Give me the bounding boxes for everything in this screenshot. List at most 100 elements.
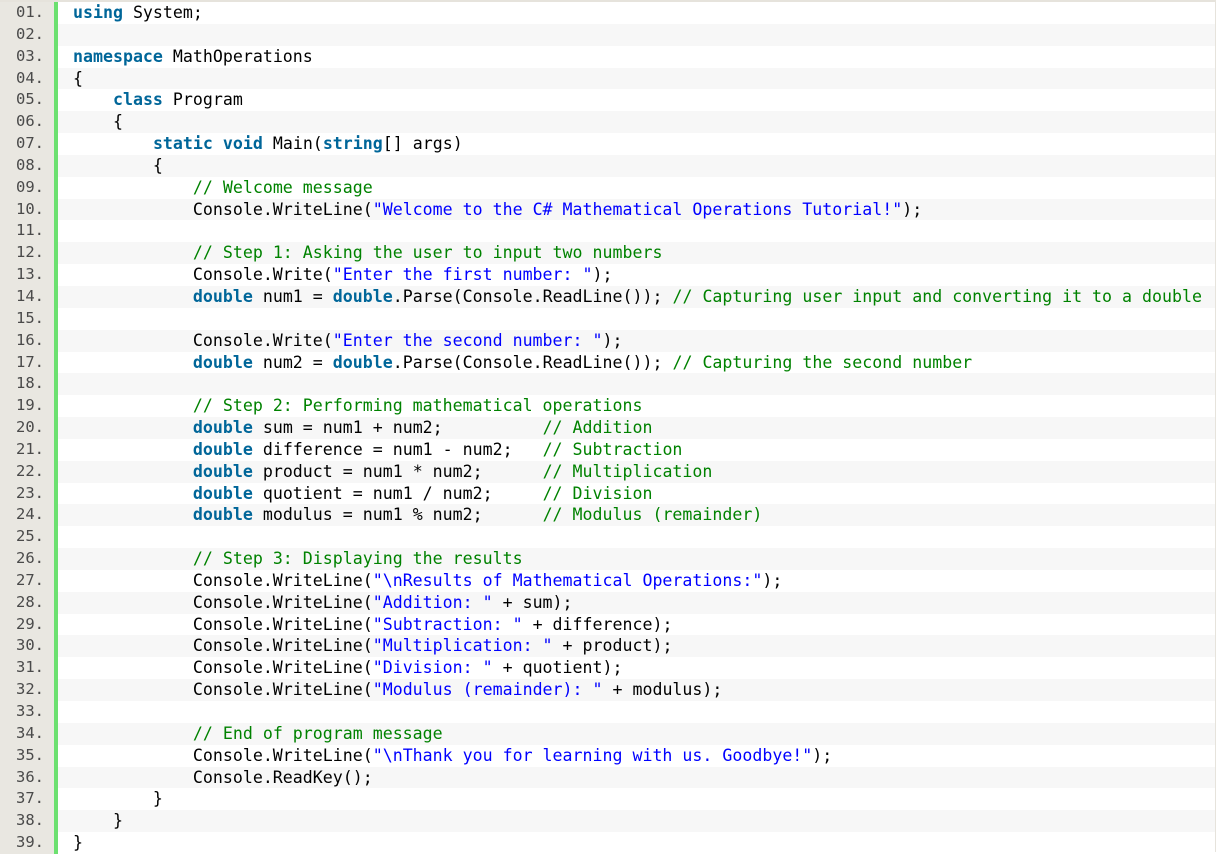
code-text[interactable]: // Step 1: Asking the user to input two … (58, 242, 1215, 265)
code-text[interactable]: } (58, 788, 1215, 811)
code-text[interactable]: Console.ReadKey(); (58, 766, 1215, 789)
code-line[interactable]: 31. Console.WriteLine("Division: " + quo… (0, 657, 1215, 680)
line-number: 09. (0, 176, 54, 199)
code-token: { (73, 155, 163, 175)
code-line[interactable]: 04. { (0, 67, 1215, 90)
code-token: Console.WriteLine( (73, 636, 373, 656)
code-text[interactable]: // Step 2: Performing mathematical opera… (58, 395, 1215, 418)
code-line[interactable]: 39.} (0, 832, 1215, 854)
code-line[interactable]: 14. double num1 = double.Parse(Console.R… (0, 285, 1215, 308)
code-text[interactable]: } (58, 810, 1215, 833)
code-token: MathOperations (162, 46, 313, 66)
keyword-token: using (73, 3, 123, 22)
code-text[interactable]: Console.WriteLine("Addition: " + sum); (58, 591, 1215, 614)
code-text[interactable] (58, 307, 1215, 330)
code-line[interactable]: 15. (0, 307, 1215, 330)
code-line[interactable]: 12. // Step 1: Asking the user to input … (0, 242, 1215, 265)
code-line[interactable]: 08. { (0, 154, 1215, 177)
code-text[interactable]: } (58, 832, 1215, 854)
code-text[interactable]: double num2 = double.Parse(Console.ReadL… (58, 351, 1215, 374)
code-line[interactable]: 28. Console.WriteLine("Addition: " + sum… (0, 591, 1215, 614)
code-text[interactable] (58, 23, 1215, 46)
code-text[interactable] (58, 220, 1215, 243)
code-text[interactable] (58, 526, 1215, 549)
line-number: 32. (0, 679, 54, 701)
code-line[interactable]: 16. Console.Write("Enter the second numb… (0, 329, 1215, 352)
keyword-token: double (192, 483, 253, 503)
code-text[interactable]: double difference = num1 - num2; // Subt… (58, 438, 1215, 461)
code-line[interactable]: 37. } (0, 788, 1215, 811)
code-text[interactable]: static void Main(string[] args) (58, 133, 1215, 155)
code-line[interactable]: 26. // Step 3: Displaying the results (0, 548, 1215, 570)
code-text[interactable]: Console.WriteLine("\nResults of Mathemat… (58, 569, 1215, 592)
code-line[interactable]: 25. (0, 526, 1215, 549)
string-token: "\nThank you for learning with us. Goodb… (372, 745, 813, 765)
code-text[interactable]: Console.WriteLine("Subtraction: " + diff… (58, 613, 1215, 636)
code-line[interactable]: 18. (0, 373, 1215, 396)
code-text[interactable]: Console.Write("Enter the first number: "… (58, 264, 1215, 286)
code-text[interactable]: using System; (58, 2, 1215, 24)
code-line[interactable]: 30. Console.WriteLine("Multiplication: "… (0, 635, 1215, 658)
code-text[interactable]: double sum = num1 + num2; // Addition (58, 417, 1215, 439)
code-line[interactable]: 06. { (0, 111, 1215, 134)
code-text[interactable]: class Program (58, 89, 1215, 112)
code-text[interactable]: double modulus = num1 % num2; // Modulus… (58, 504, 1215, 527)
code-line[interactable]: 27. Console.WriteLine("\nResults of Math… (0, 569, 1215, 592)
code-text[interactable]: Console.WriteLine("Modulus (remainder): … (58, 679, 1215, 701)
code-line[interactable]: 23. double quotient = num1 / num2; // Di… (0, 482, 1215, 505)
code-text[interactable]: { (58, 67, 1215, 90)
code-editor[interactable]: 01. using System; 02. 03. namespace MathOper… (0, 2, 1215, 854)
code-token: Program (162, 90, 243, 110)
code-line[interactable]: 03. namespace MathOperations (0, 45, 1215, 68)
code-line[interactable]: 24. double modulus = num1 % num2; // Mod… (0, 504, 1215, 527)
code-line[interactable]: 19. // Step 2: Performing mathematical o… (0, 395, 1215, 418)
code-line[interactable]: 20. double sum = num1 + num2; // Additio… (0, 417, 1215, 439)
code-text[interactable]: // End of program message (58, 722, 1215, 745)
code-line[interactable]: 21. double difference = num1 - num2; // … (0, 438, 1215, 461)
line-number: 02. (0, 23, 54, 46)
code-text[interactable]: // Step 3: Displaying the results (58, 548, 1215, 570)
code-line[interactable]: 32. Console.WriteLine("Modulus (remainde… (0, 679, 1215, 701)
code-text[interactable]: Console.WriteLine("Welcome to the C# Mat… (58, 198, 1215, 221)
code-text[interactable]: { (58, 111, 1215, 134)
code-token: sum = num1 + num2; (252, 418, 543, 438)
code-text[interactable]: Console.WriteLine("\nThank you for learn… (58, 744, 1215, 767)
code-line[interactable]: 33. (0, 701, 1215, 723)
code-text[interactable]: Console.WriteLine("Multiplication: " + p… (58, 635, 1215, 658)
code-line[interactable]: 29. Console.WriteLine("Subtraction: " + … (0, 613, 1215, 636)
string-token: "Subtraction: " (372, 614, 523, 634)
code-text[interactable] (58, 701, 1215, 723)
line-number: 19. (0, 395, 54, 418)
code-line[interactable]: 02. (0, 23, 1215, 46)
code-line[interactable]: 01. using System; (0, 2, 1215, 24)
code-text[interactable]: Console.WriteLine("Division: " + quotien… (58, 657, 1215, 680)
code-line[interactable]: 10. Console.WriteLine("Welcome to the C#… (0, 198, 1215, 221)
code-text[interactable]: // Welcome message (58, 176, 1215, 199)
code-line[interactable]: 34. // End of program message (0, 722, 1215, 745)
code-line[interactable]: 38. } (0, 810, 1215, 833)
line-number: 27. (0, 569, 54, 592)
code-text[interactable]: namespace MathOperations (58, 45, 1215, 68)
code-line[interactable]: 09. // Welcome message (0, 176, 1215, 199)
code-line[interactable]: 05. class Program (0, 89, 1215, 112)
line-number: 10. (0, 198, 54, 221)
code-line[interactable]: 17. double num2 = double.Parse(Console.R… (0, 351, 1215, 374)
code-text[interactable] (58, 373, 1215, 396)
code-line[interactable]: 35. Console.WriteLine("\nThank you for l… (0, 744, 1215, 767)
code-text[interactable]: double num1 = double.Parse(Console.ReadL… (58, 285, 1215, 308)
code-text[interactable]: Console.Write("Enter the second number: … (58, 329, 1215, 352)
code-line[interactable]: 11. (0, 220, 1215, 243)
keyword-token: double (332, 286, 393, 306)
code-token: .Parse(Console.ReadLine()); (392, 352, 673, 372)
code-text[interactable]: double product = num1 * num2; // Multipl… (58, 460, 1215, 483)
code-line[interactable]: 13. Console.Write("Enter the first numbe… (0, 264, 1215, 286)
code-text[interactable]: { (58, 154, 1215, 177)
code-line[interactable]: 22. double product = num1 * num2; // Mul… (0, 460, 1215, 483)
line-number: 30. (0, 635, 54, 658)
code-line[interactable]: 36. Console.ReadKey(); (0, 766, 1215, 789)
code-line[interactable]: 07. static void Main(string[] args) (0, 133, 1215, 155)
code-text[interactable]: double quotient = num1 / num2; // Divisi… (58, 482, 1215, 505)
